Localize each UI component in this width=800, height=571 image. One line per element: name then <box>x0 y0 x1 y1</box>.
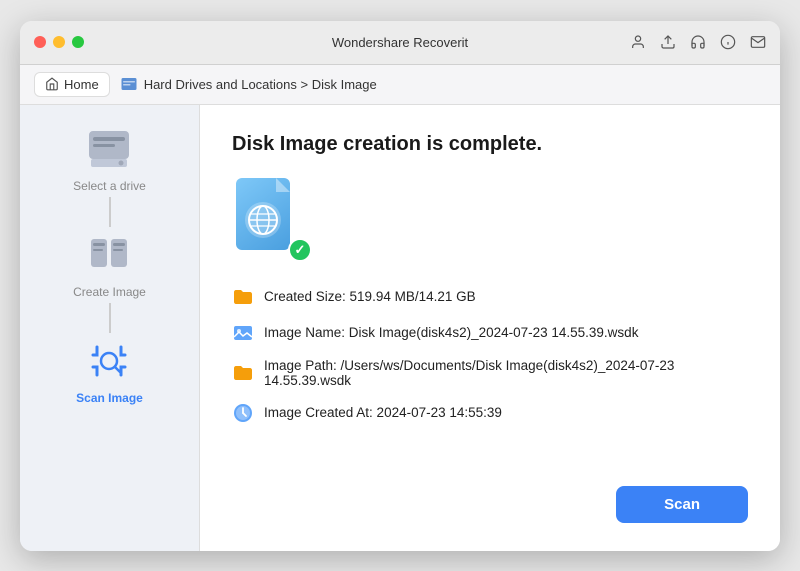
scan-image-svg <box>83 337 135 385</box>
mail-icon[interactable] <box>750 34 766 50</box>
info-item-image-created: Image Created At: 2024-07-23 14:55:39 <box>232 402 748 424</box>
sidebar-step-select-drive: Select a drive <box>73 125 146 193</box>
file-icon-container: ✓ <box>232 176 312 266</box>
main-window: Wondershare Recoverit <box>20 21 780 551</box>
create-image-icon <box>81 231 137 279</box>
titlebar: Wondershare Recoverit <box>20 21 780 65</box>
content-area: Disk Image creation is complete. <box>200 105 780 551</box>
traffic-lights <box>34 36 84 48</box>
scan-button[interactable]: Scan <box>616 486 748 523</box>
info-item-image-path: Image Path: /Users/ws/Documents/Disk Ima… <box>232 358 748 388</box>
clock-icon <box>232 402 254 424</box>
sidebar: Select a drive Create Im <box>20 105 200 551</box>
info-list: Created Size: 519.94 MB/14.21 GB Image N… <box>232 286 748 474</box>
drive-icon <box>83 127 135 171</box>
info-item-image-name: Image Name: Disk Image(disk4s2)_2024-07-… <box>232 322 748 344</box>
titlebar-icons <box>630 34 766 50</box>
person-icon[interactable] <box>630 34 646 50</box>
image-name-text: Image Name: Disk Image(disk4s2)_2024-07-… <box>264 325 638 340</box>
create-image-svg <box>83 231 135 279</box>
main-content: Select a drive Create Im <box>20 105 780 551</box>
image-path-text: Image Path: /Users/ws/Documents/Disk Ima… <box>264 358 748 388</box>
folder-icon-1 <box>232 286 254 308</box>
upload-icon[interactable] <box>660 34 676 50</box>
image-icon <box>232 322 254 344</box>
scan-image-label: Scan Image <box>76 391 143 405</box>
check-icon: ✓ <box>295 242 306 258</box>
maximize-button[interactable] <box>72 36 84 48</box>
home-icon <box>45 77 59 91</box>
sidebar-step-scan-image: Scan Image <box>76 337 143 405</box>
info-icon[interactable] <box>720 34 736 50</box>
image-created-text: Image Created At: 2024-07-23 14:55:39 <box>264 405 502 420</box>
info-item-created-size: Created Size: 519.94 MB/14.21 GB <box>232 286 748 308</box>
window-title: Wondershare Recoverit <box>332 35 468 50</box>
disk-nav-icon <box>120 75 138 93</box>
folder-icon-2 <box>232 362 254 384</box>
content-title: Disk Image creation is complete. <box>232 133 748 156</box>
step-connector-1 <box>109 197 111 227</box>
completion-badge: ✓ <box>288 238 312 262</box>
breadcrumb-text: Hard Drives and Locations > Disk Image <box>144 77 377 92</box>
minimize-button[interactable] <box>53 36 65 48</box>
headset-icon[interactable] <box>690 34 706 50</box>
step-connector-2 <box>109 303 111 333</box>
navbar: Home Hard Drives and Locations > Disk Im… <box>20 65 780 105</box>
home-label: Home <box>64 77 99 92</box>
select-drive-label: Select a drive <box>73 179 146 193</box>
create-image-label: Create Image <box>73 285 146 299</box>
select-drive-icon <box>81 125 137 173</box>
bottom-bar: Scan <box>232 474 748 523</box>
sidebar-step-create-image: Create Image <box>73 231 146 299</box>
scan-image-icon <box>81 337 137 385</box>
breadcrumb: Hard Drives and Locations > Disk Image <box>120 75 377 93</box>
close-button[interactable] <box>34 36 46 48</box>
home-button[interactable]: Home <box>34 72 110 97</box>
created-size-text: Created Size: 519.94 MB/14.21 GB <box>264 289 476 304</box>
